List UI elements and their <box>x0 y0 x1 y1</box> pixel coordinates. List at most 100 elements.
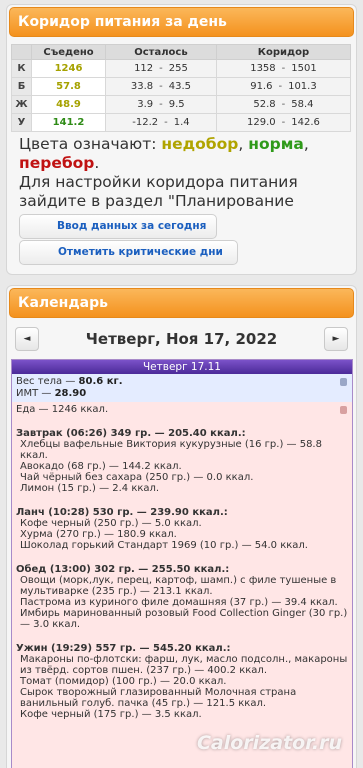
left-min: 3.9 <box>137 99 154 110</box>
left-range: 33.8-43.5 <box>105 77 217 96</box>
corridor-min: 52.8 <box>253 99 276 110</box>
corridor-max: 142.6 <box>291 117 320 128</box>
legend-comma: , <box>303 135 309 153</box>
col-header-corridor: Коридор <box>215 44 352 60</box>
corridor-table-header: Съедено Осталось Коридор <box>11 44 352 60</box>
range-separator: - <box>278 81 283 92</box>
corridor-table: Съедено Осталось Коридор К 1246 112-255 … <box>11 44 352 132</box>
left-min: 112 <box>134 63 154 74</box>
left-max: 255 <box>168 63 188 74</box>
enter-data-button[interactable]: Ввод данных за сегодня <box>19 214 217 239</box>
list-item: Хурма (270 гр.) — 180.9 ккал. <box>20 529 177 540</box>
meal-title: Обед (13:00) 302 гр. — 255.50 ккал.: <box>16 564 230 575</box>
left-range: 112-255 <box>105 59 217 78</box>
arrow-left-icon: ◄ <box>23 334 31 344</box>
eaten-value: 48.9 <box>31 95 106 114</box>
day-entry[interactable]: Четверг 17.11 Вес тела — 80.6 кг. ИМТ — … <box>11 359 353 768</box>
list-item: Шоколад горький Стандарт 1969 (10 гр.) —… <box>20 540 308 551</box>
list-item: Пастрома из куриного филе домашняя (37 г… <box>20 597 338 608</box>
legend-under: недобор <box>161 135 239 153</box>
day-header: Четверг 17.11 <box>12 360 352 374</box>
eaten-value: 141.2 <box>31 113 106 132</box>
table-row: У 141.2 -12.2-1.4 129.0-142.6 <box>11 113 352 132</box>
app-page: Коридор питания за день Съедено Осталось… <box>0 0 363 768</box>
range-separator: - <box>164 117 168 128</box>
bmi-label: ИМТ — <box>16 388 55 399</box>
range-separator: - <box>281 99 286 110</box>
corridor-panel: Коридор питания за день Съедено Осталось… <box>6 4 357 275</box>
corridor-min: 129.0 <box>247 117 276 128</box>
corridor-range: 129.0-142.6 <box>215 113 352 132</box>
corridor-max: 58.4 <box>291 99 314 110</box>
corridor-range: 52.8-58.4 <box>215 95 352 114</box>
legend-norm: норма <box>248 135 304 153</box>
mark-days-button[interactable]: Отметить критические дни <box>19 240 238 265</box>
prev-day-button[interactable]: ◄ <box>15 327 39 351</box>
range-separator: - <box>281 117 286 128</box>
weight-line: Вес тела — 80.6 кг. <box>16 376 348 388</box>
col-header-label <box>11 44 32 60</box>
row-label: У <box>11 113 32 132</box>
range-separator: - <box>159 99 163 110</box>
legend-prefix: Цвета означают: <box>19 135 162 153</box>
date-navigation: ◄ Четверг, Ноя 17, 2022 ► <box>7 323 356 353</box>
list-item: Макароны по-флотски: фарш, лук, масло по… <box>20 654 348 676</box>
food-icon <box>340 406 347 414</box>
list-item: Томат (помидор) (100 гр.) — 20.0 ккал. <box>20 676 227 687</box>
list-item: Авокадо (68 гр.) — 144.2 ккал. <box>20 461 182 472</box>
row-label: Ж <box>11 95 32 114</box>
list-item: Кофе черный (250 гр.) — 5.0 ккал. <box>20 518 202 529</box>
corridor-range: 1358-1501 <box>215 59 352 78</box>
food-total: Еда — 1246 ккал. <box>16 404 109 415</box>
range-separator: - <box>159 81 163 92</box>
weight-value: 80.6 кг. <box>78 376 123 387</box>
corridor-max: 1501 <box>291 63 317 74</box>
bmi-line: ИМТ — 28.90 <box>16 388 348 400</box>
meal-dinner: Обед (13:00) 302 гр. — 255.50 ккал.: Ово… <box>16 564 348 630</box>
left-min: -12.2 <box>132 117 159 128</box>
left-max: 9.5 <box>168 99 185 110</box>
left-range: 3.9-9.5 <box>105 95 217 114</box>
legend-over: перебор <box>19 154 95 172</box>
meal-lunch: Ланч (10:28) 530 гр. — 239.90 ккал.: Коф… <box>16 507 348 551</box>
arrow-right-icon: ► <box>332 334 340 344</box>
corridor-range: 91.6-101.3 <box>215 77 352 96</box>
calendar-panel: Календарь ◄ Четверг, Ноя 17, 2022 ► Четв… <box>6 285 357 768</box>
list-item: Лимон (15 гр.) — 2.4 ккал. <box>20 483 160 494</box>
next-day-button[interactable]: ► <box>324 327 348 351</box>
corridor-max: 101.3 <box>288 81 317 92</box>
table-row: Ж 48.9 3.9-9.5 52.8-58.4 <box>11 95 352 114</box>
col-header-left: Осталось <box>105 44 217 60</box>
table-row: К 1246 112-255 1358-1501 <box>11 59 352 78</box>
col-header-eaten: Съедено <box>31 44 106 60</box>
meal-title: Ужин (19:29) 557 гр. — 545.20 ккал.: <box>16 643 231 654</box>
list-item: Имбирь маринованный розовый Food Collect… <box>20 608 348 630</box>
corridor-panel-title: Коридор питания за день <box>9 7 354 37</box>
list-item: Чай чёрный без сахара (250 гр.) — 0.0 кк… <box>20 472 254 483</box>
row-label: Б <box>11 77 32 96</box>
scale-icon <box>340 378 347 386</box>
legend-dot: . <box>94 154 100 172</box>
food-box[interactable]: Еда — 1246 ккал. Завтрак (06:26) 349 гр.… <box>12 402 352 720</box>
eaten-value: 57.8 <box>31 77 106 96</box>
left-min: 33.8 <box>130 81 154 92</box>
left-max: 43.5 <box>168 81 192 92</box>
meal-breakfast: Завтрак (06:26) 349 гр. — 205.40 ккал.: … <box>16 428 348 494</box>
weight-box[interactable]: Вес тела — 80.6 кг. ИМТ — 28.90 <box>12 374 352 402</box>
meal-title: Ланч (10:28) 530 гр. — 239.90 ккал.: <box>16 507 228 518</box>
list-item: Сырок творожный глазированный Молочная с… <box>20 687 297 709</box>
current-date: Четверг, Ноя 17, 2022 <box>85 330 278 348</box>
watermark: Calorizator.ru <box>196 732 342 754</box>
calendar-panel-title: Календарь <box>9 288 354 318</box>
left-max: 1.4 <box>173 117 190 128</box>
bmi-value: 28.90 <box>54 388 87 399</box>
legend-comma: , <box>238 135 249 153</box>
meal-title: Завтрак (06:26) 349 гр. — 205.40 ккал.: <box>16 428 246 439</box>
weight-label: Вес тела — <box>16 376 79 387</box>
corridor-min: 1358 <box>250 63 276 74</box>
range-separator: - <box>159 63 163 74</box>
meal-supper: Ужин (19:29) 557 гр. — 545.20 ккал.: Мак… <box>16 643 348 720</box>
left-range: -12.2-1.4 <box>105 113 217 132</box>
list-item: Овощи (морк,лук, перец, картоф, шамп.) с… <box>20 575 337 597</box>
corridor-min: 91.6 <box>250 81 273 92</box>
